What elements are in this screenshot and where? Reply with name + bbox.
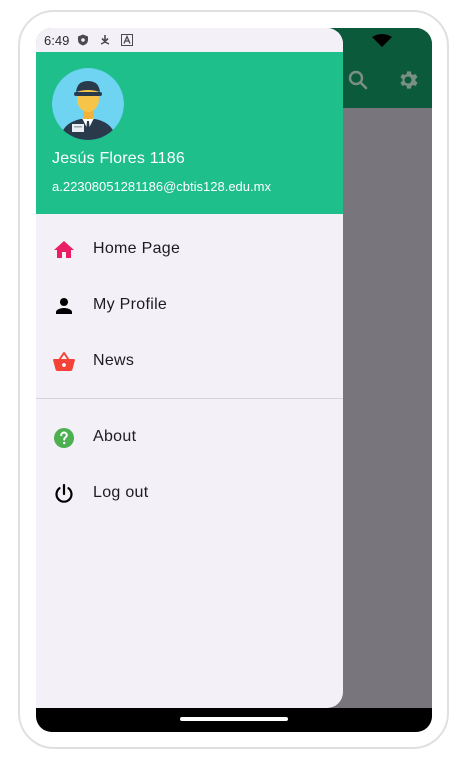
search-icon[interactable]: [346, 68, 370, 92]
menu-item-my-profile[interactable]: My Profile: [36, 278, 343, 334]
menu-divider: [36, 398, 343, 399]
status-time: 6:49: [44, 32, 70, 48]
phone-screen: 6:49 Jesús Flores 1186 a.22308051281186@…: [36, 28, 432, 732]
home-icon: [54, 241, 74, 258]
gear-icon[interactable]: [396, 68, 420, 92]
account-email: a.22308051281186@cbtis128.edu.mx: [52, 179, 271, 194]
person-icon: [56, 298, 72, 314]
menu-item-label: Log out: [93, 484, 149, 501]
home-gesture-handle[interactable]: [180, 717, 288, 721]
menu-item-log-out[interactable]: Log out: [36, 466, 343, 522]
status-bar: 6:49: [36, 28, 343, 52]
app-a-icon: [121, 34, 134, 46]
power-icon: [55, 483, 73, 503]
basket-icon: [53, 351, 75, 371]
help-icon: [54, 428, 74, 448]
account-name: Jesús Flores 1186: [52, 150, 185, 167]
menu-item-label: News: [93, 352, 135, 369]
menu-item-news[interactable]: News: [36, 334, 343, 390]
menu-item-home-page[interactable]: Home Page: [36, 222, 343, 278]
download-icon: [100, 35, 110, 45]
wifi-icon: [372, 34, 392, 47]
shield-icon: [78, 34, 89, 46]
user-avatar-icon: [52, 68, 124, 140]
drawer-header: Jesús Flores 1186 a.22308051281186@cbtis…: [36, 52, 343, 214]
drawer-menu: Home Page My Profile News About Log out: [36, 222, 343, 522]
menu-item-about[interactable]: About: [36, 410, 343, 466]
menu-item-label: About: [93, 428, 137, 445]
menu-item-label: My Profile: [93, 296, 168, 313]
system-navigation-bar: [36, 708, 432, 732]
navigation-drawer: 6:49 Jesús Flores 1186 a.22308051281186@…: [36, 28, 343, 708]
menu-item-label: Home Page: [93, 240, 181, 257]
avatar[interactable]: [52, 68, 124, 140]
